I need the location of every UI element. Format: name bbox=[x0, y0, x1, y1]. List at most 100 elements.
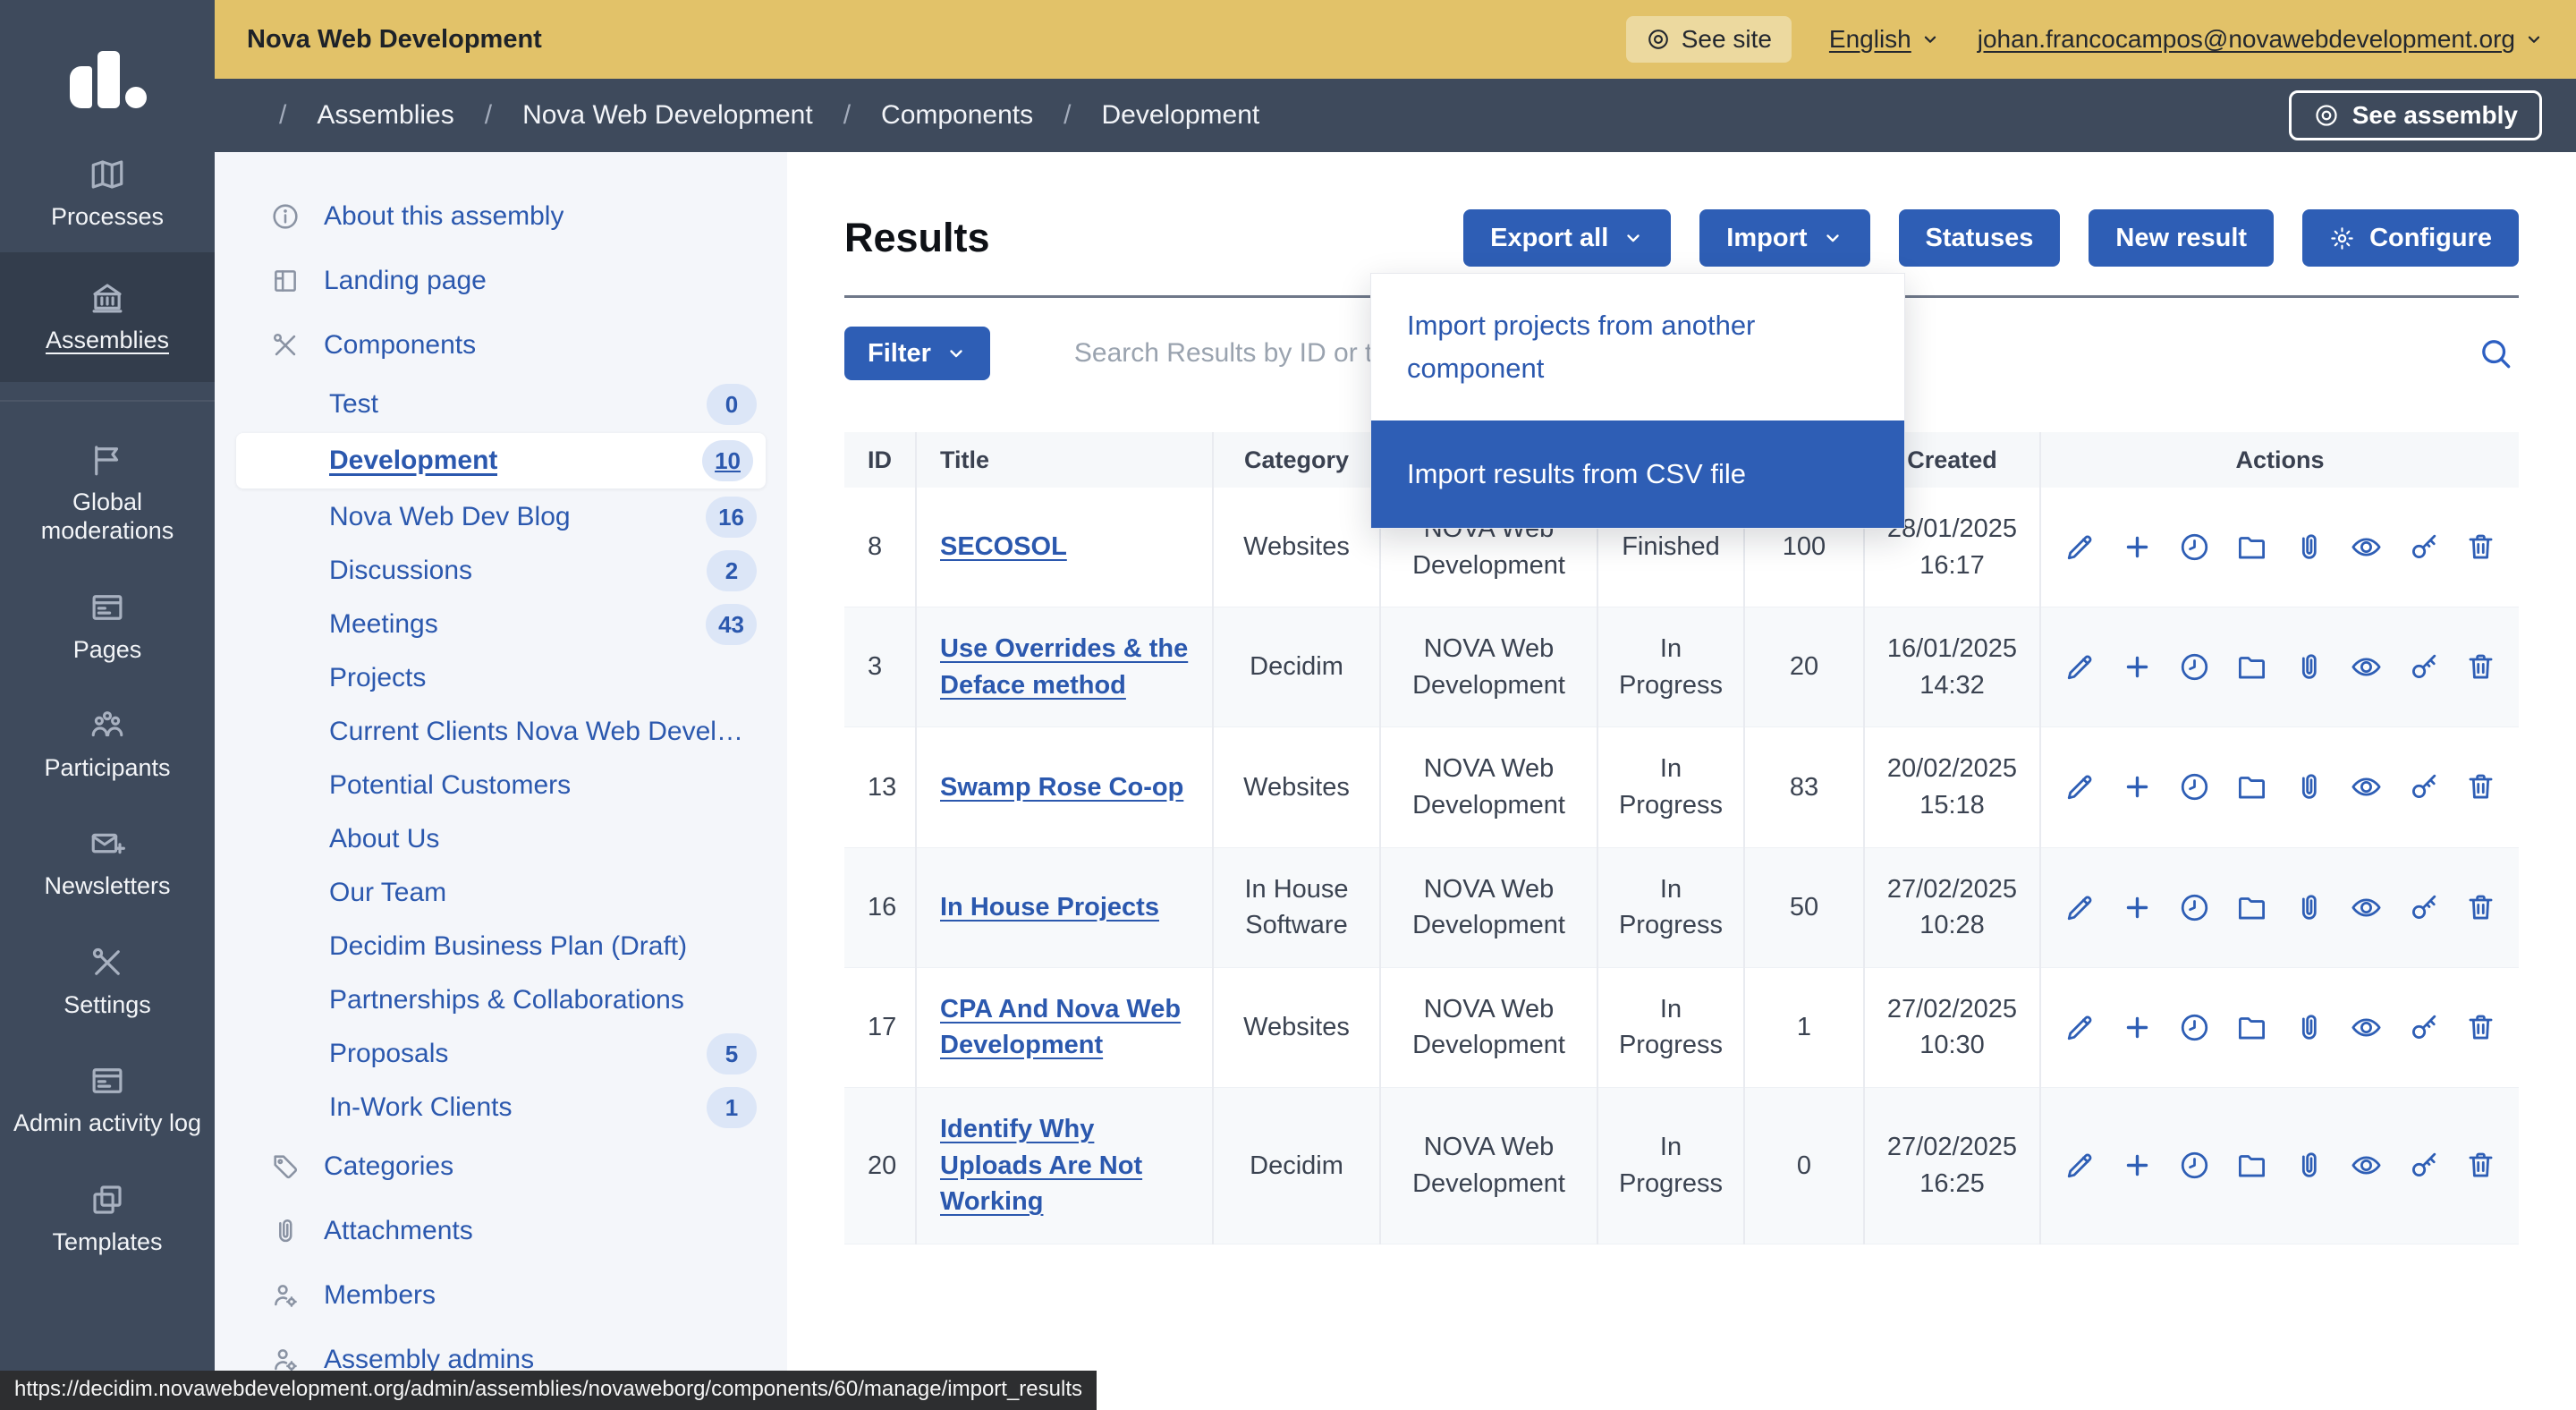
sidebar-item-processes[interactable]: Processes bbox=[0, 134, 215, 252]
breadcrumb-item-assemblies[interactable]: Assemblies bbox=[317, 100, 453, 131]
plus-icon[interactable] bbox=[2121, 531, 2154, 564]
clock-icon[interactable] bbox=[2178, 650, 2211, 684]
sidebar-item-newsletters[interactable]: Newsletters bbox=[0, 803, 215, 922]
pencil-icon[interactable] bbox=[2063, 1011, 2097, 1044]
search-icon[interactable] bbox=[2476, 334, 2515, 373]
eye-icon[interactable] bbox=[2350, 1011, 2383, 1044]
assembly-menu-item-about-us[interactable]: About Us bbox=[215, 812, 787, 866]
breadcrumb-item-nova-web-development[interactable]: Nova Web Development bbox=[522, 100, 813, 131]
folder-icon[interactable] bbox=[2235, 531, 2268, 564]
sidebar-item-settings[interactable]: Settings bbox=[0, 922, 215, 1041]
clock-icon[interactable] bbox=[2178, 1011, 2211, 1044]
eye-icon[interactable] bbox=[2350, 891, 2383, 924]
language-menu[interactable]: English bbox=[1829, 25, 1940, 54]
folder-icon[interactable] bbox=[2235, 1149, 2268, 1182]
trash-icon[interactable] bbox=[2464, 770, 2497, 803]
trash-icon[interactable] bbox=[2464, 891, 2497, 924]
assembly-menu-item-about-this-assembly[interactable]: About this assembly bbox=[215, 184, 787, 249]
clock-icon[interactable] bbox=[2178, 891, 2211, 924]
assembly-menu-item-proposals[interactable]: Proposals5 bbox=[215, 1027, 787, 1081]
result-title-link[interactable]: Use Overrides & the Deface method bbox=[940, 634, 1188, 700]
paperclip-icon[interactable] bbox=[2292, 1149, 2326, 1182]
sidebar-item-pages[interactable]: Pages bbox=[0, 567, 215, 685]
new-result-button[interactable]: New result bbox=[2089, 209, 2274, 267]
trash-icon[interactable] bbox=[2464, 1149, 2497, 1182]
assembly-menu-item-partnerships-collaborations[interactable]: Partnerships & Collaborations bbox=[215, 973, 787, 1027]
paperclip-icon[interactable] bbox=[2292, 770, 2326, 803]
plus-icon[interactable] bbox=[2121, 650, 2154, 684]
result-title-link[interactable]: SECOSOL bbox=[940, 532, 1067, 561]
sidebar-item-participants[interactable]: Participants bbox=[0, 685, 215, 803]
breadcrumb-item-development[interactable]: Development bbox=[1101, 100, 1259, 131]
result-title-link[interactable]: CPA And Nova Web Development bbox=[940, 995, 1181, 1060]
plus-icon[interactable] bbox=[2121, 1011, 2154, 1044]
assembly-menu-item-attachments[interactable]: Attachments bbox=[215, 1199, 787, 1263]
export-all-button[interactable]: Export all bbox=[1463, 209, 1671, 267]
sidebar-item-global-moderations[interactable]: Global moderations bbox=[0, 420, 215, 567]
trash-icon[interactable] bbox=[2464, 531, 2497, 564]
see-site-link[interactable]: See site bbox=[1626, 16, 1792, 63]
trash-icon[interactable] bbox=[2464, 650, 2497, 684]
eye-icon[interactable] bbox=[2350, 531, 2383, 564]
folder-icon[interactable] bbox=[2235, 650, 2268, 684]
assembly-menu-item-current-clients-nova-web-development[interactable]: Current Clients Nova Web Development bbox=[215, 705, 787, 759]
breadcrumb-item-components[interactable]: Components bbox=[881, 100, 1033, 131]
folder-icon[interactable] bbox=[2235, 770, 2268, 803]
clock-icon[interactable] bbox=[2178, 531, 2211, 564]
assembly-menu-item-discussions[interactable]: Discussions2 bbox=[215, 544, 787, 598]
pencil-icon[interactable] bbox=[2063, 1149, 2097, 1182]
filter-button[interactable]: Filter bbox=[844, 327, 990, 380]
sidebar-item-templates[interactable]: Templates bbox=[0, 1159, 215, 1278]
result-title-link[interactable]: In House Projects bbox=[940, 893, 1159, 922]
plus-icon[interactable] bbox=[2121, 1149, 2154, 1182]
assembly-menu-item-landing-page[interactable]: Landing page bbox=[215, 249, 787, 313]
assembly-menu-item-in-work-clients[interactable]: In-Work Clients1 bbox=[215, 1081, 787, 1134]
account-menu[interactable]: johan.francocampos@novawebdevelopment.or… bbox=[1978, 25, 2544, 54]
assembly-menu-item-decidim-business-plan-draft-[interactable]: Decidim Business Plan (Draft) bbox=[215, 920, 787, 973]
assembly-menu-item-test[interactable]: Test0 bbox=[215, 378, 787, 431]
folder-icon[interactable] bbox=[2235, 891, 2268, 924]
result-title-link[interactable]: Identify Why Uploads Are Not Working bbox=[940, 1115, 1142, 1216]
clock-icon[interactable] bbox=[2178, 1149, 2211, 1182]
import-button[interactable]: Import bbox=[1699, 209, 1869, 267]
key-icon[interactable] bbox=[2407, 531, 2440, 564]
assembly-menu-item-potential-customers[interactable]: Potential Customers bbox=[215, 759, 787, 812]
trash-icon[interactable] bbox=[2464, 1011, 2497, 1044]
plus-icon[interactable] bbox=[2121, 891, 2154, 924]
pencil-icon[interactable] bbox=[2063, 770, 2097, 803]
eye-icon[interactable] bbox=[2350, 1149, 2383, 1182]
pencil-icon[interactable] bbox=[2063, 531, 2097, 564]
sidebar-item-admin-activity-log[interactable]: Admin activity log bbox=[0, 1041, 215, 1159]
import-menu-item-1[interactable]: Import projects from another component bbox=[1371, 274, 1904, 420]
key-icon[interactable] bbox=[2407, 770, 2440, 803]
key-icon[interactable] bbox=[2407, 1149, 2440, 1182]
assembly-menu-item-meetings[interactable]: Meetings43 bbox=[215, 598, 787, 651]
assembly-menu-item-categories[interactable]: Categories bbox=[215, 1134, 787, 1199]
configure-button[interactable]: Configure bbox=[2302, 209, 2519, 267]
paperclip-icon[interactable] bbox=[2292, 891, 2326, 924]
paperclip-icon[interactable] bbox=[2292, 650, 2326, 684]
paperclip-icon[interactable] bbox=[2292, 1011, 2326, 1044]
plus-icon[interactable] bbox=[2121, 770, 2154, 803]
assembly-menu-item-components[interactable]: Components bbox=[215, 313, 787, 378]
assembly-menu-item-members[interactable]: Members bbox=[215, 1263, 787, 1328]
see-assembly-button[interactable]: See assembly bbox=[2289, 90, 2542, 140]
assembly-menu-item-development[interactable]: Development10 bbox=[236, 433, 766, 488]
decidim-logo[interactable] bbox=[0, 0, 215, 134]
assembly-menu-item-nova-web-dev-blog[interactable]: Nova Web Dev Blog16 bbox=[215, 490, 787, 544]
folder-icon[interactable] bbox=[2235, 1011, 2268, 1044]
statuses-button[interactable]: Statuses bbox=[1899, 209, 2061, 267]
pencil-icon[interactable] bbox=[2063, 891, 2097, 924]
sidebar-item-assemblies[interactable]: Assemblies bbox=[0, 252, 215, 381]
import-menu-item-2[interactable]: Import results from CSV file bbox=[1371, 420, 1904, 528]
key-icon[interactable] bbox=[2407, 891, 2440, 924]
result-title-link[interactable]: Swamp Rose Co-op bbox=[940, 773, 1183, 802]
eye-icon[interactable] bbox=[2350, 650, 2383, 684]
assembly-menu-item-projects[interactable]: Projects bbox=[215, 651, 787, 705]
clock-icon[interactable] bbox=[2178, 770, 2211, 803]
pencil-icon[interactable] bbox=[2063, 650, 2097, 684]
key-icon[interactable] bbox=[2407, 1011, 2440, 1044]
paperclip-icon[interactable] bbox=[2292, 531, 2326, 564]
key-icon[interactable] bbox=[2407, 650, 2440, 684]
eye-icon[interactable] bbox=[2350, 770, 2383, 803]
